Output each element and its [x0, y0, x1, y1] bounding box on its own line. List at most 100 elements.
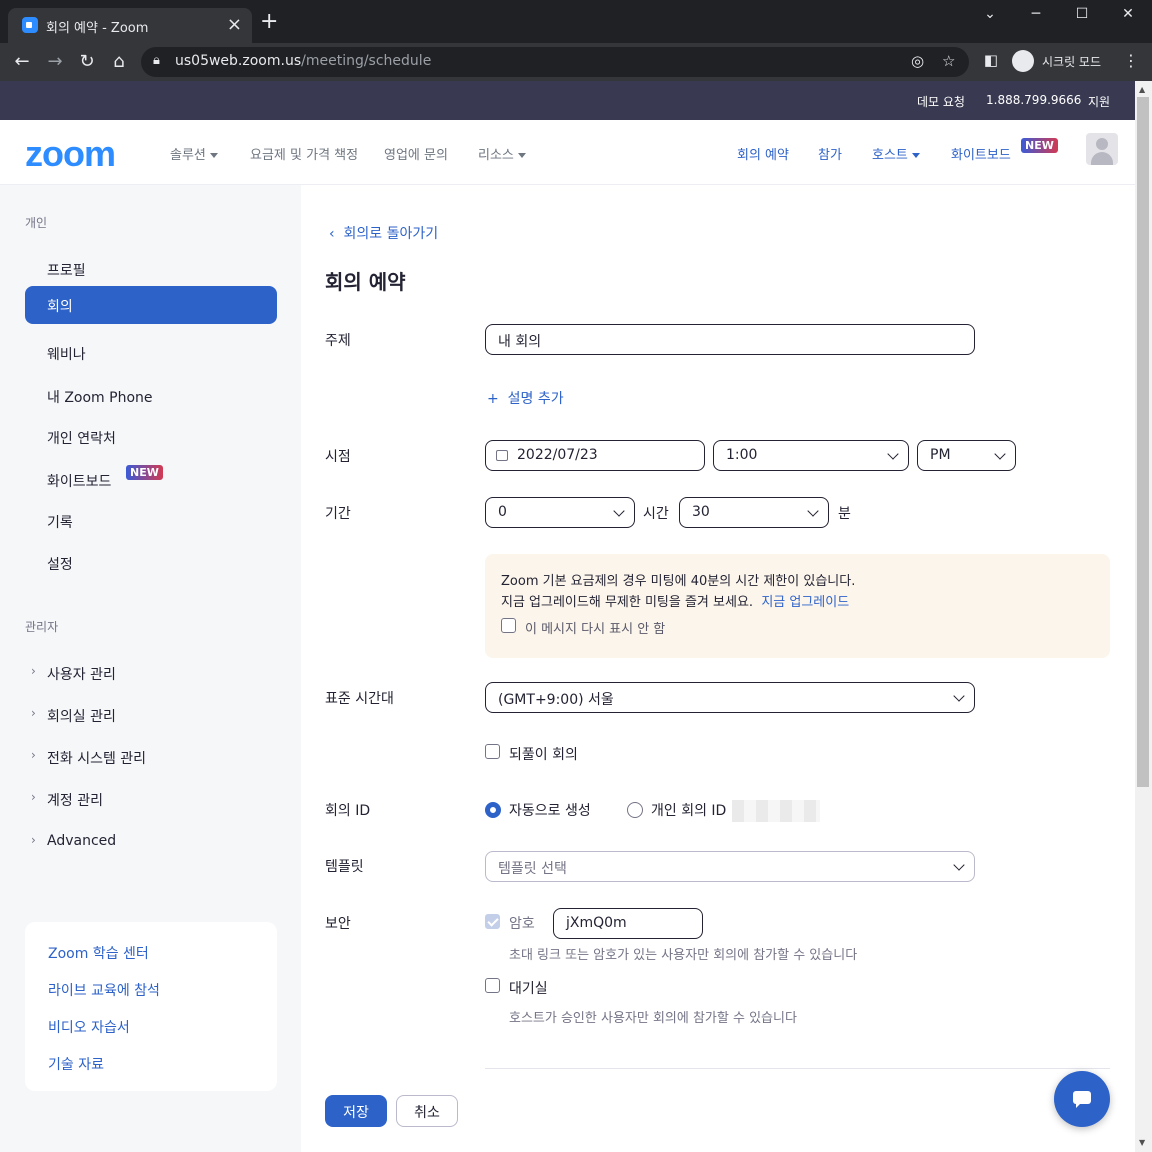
side-panel-icon[interactable]: ◧: [980, 51, 1002, 69]
scroll-up-icon[interactable]: ▲: [1139, 85, 1145, 94]
support-link[interactable]: 지원: [1088, 93, 1110, 110]
save-button[interactable]: 저장: [325, 1095, 387, 1127]
security-label: 보안: [325, 916, 351, 932]
live-training-link[interactable]: 라이브 교육에 참석: [48, 980, 160, 1000]
url-text: us05web.zoom.us/meeting/schedule: [175, 53, 432, 69]
admin-heading: 관리자: [25, 620, 59, 634]
chevron-down-icon: [807, 505, 819, 517]
page-scrollbar[interactable]: ▲ ▼: [1135, 81, 1152, 1152]
duration-hours-select[interactable]: 0: [485, 497, 635, 528]
when-label: 시점: [325, 449, 351, 465]
nav-resources[interactable]: 리소스: [478, 144, 526, 163]
maximize-icon[interactable]: ☐: [1062, 6, 1102, 22]
address-bar[interactable]: 🔒︎ us05web.zoom.us/meeting/schedule ◎ ☆: [141, 47, 969, 77]
sidebar-item-contacts[interactable]: 개인 연락처: [25, 418, 277, 456]
time-select[interactable]: 1:00: [713, 440, 909, 471]
minimize-icon[interactable]: ─: [1016, 6, 1056, 22]
auto-generate-label: 자동으로 생성: [509, 803, 591, 819]
knowledge-base-link[interactable]: 기술 자료: [48, 1054, 104, 1074]
dont-show-checkbox[interactable]: [501, 618, 516, 633]
duration-minutes-select[interactable]: 30: [679, 497, 829, 528]
whiteboard-new-badge: NEW: [1021, 138, 1058, 153]
home-icon[interactable]: ⌂: [108, 51, 130, 72]
sidebar-item-meetings[interactable]: 회의: [25, 286, 277, 324]
add-description-link[interactable]: + 설명 추가: [487, 388, 564, 408]
notice-text-2: 지금 업그레이드해 무제한 미팅을 즐겨 보세요. 지금 업그레이드: [501, 595, 850, 610]
chevron-right-icon: ›: [31, 706, 36, 720]
nav-join[interactable]: 참가: [818, 144, 842, 163]
zoom-logo[interactable]: zoom: [25, 133, 116, 175]
nav-pricing[interactable]: 요금제 및 가격 책정: [250, 144, 358, 163]
forward-icon[interactable]: →: [44, 51, 66, 72]
reload-icon[interactable]: ↻: [76, 51, 98, 72]
passcode-input[interactable]: jXmQ0m: [553, 908, 703, 939]
recurring-checkbox[interactable]: [485, 744, 500, 759]
nav-schedule[interactable]: 회의 예약: [737, 144, 789, 163]
incognito-indicator[interactable]: 시크릿 모드: [1010, 47, 1110, 77]
sidebar-item-settings[interactable]: 설정: [25, 544, 277, 582]
tracking-blocked-icon[interactable]: ◎: [911, 52, 924, 70]
chat-support-button[interactable]: [1054, 1071, 1110, 1127]
meeting-id-label: 회의 ID: [325, 803, 371, 819]
divider: [485, 1068, 1110, 1069]
lock-icon[interactable]: 🔒︎: [153, 53, 160, 68]
sidebar-item-user-management[interactable]: › 사용자 관리: [25, 654, 277, 692]
template-select[interactable]: 템플릿 선택: [485, 851, 975, 882]
tab-search-icon[interactable]: ⌄: [970, 6, 1010, 22]
waiting-room-checkbox[interactable]: [485, 978, 500, 993]
window-close-icon[interactable]: ✕: [1108, 6, 1148, 22]
upgrade-now-link[interactable]: 지금 업그레이드: [761, 595, 849, 610]
user-avatar[interactable]: [1086, 133, 1118, 165]
nav-whiteboard[interactable]: 화이트보드: [951, 144, 1011, 163]
chevron-down-icon: [953, 859, 965, 871]
learning-center-link[interactable]: Zoom 학습 센터: [48, 943, 149, 963]
zoom-favicon-icon: [22, 17, 38, 33]
back-icon[interactable]: ←: [11, 51, 33, 72]
chevron-right-icon: ›: [31, 833, 36, 847]
duration-label: 기간: [325, 506, 351, 522]
back-to-meetings-link[interactable]: ‹ 회의로 돌아가기: [329, 223, 438, 243]
chevron-down-icon: [994, 448, 1006, 460]
tab-title: 회의 예약 - Zoom: [46, 21, 149, 36]
sidebar-item-phone-system[interactable]: › 전화 시스템 관리: [25, 738, 277, 776]
scroll-thumb[interactable]: [1137, 97, 1149, 787]
phone-link[interactable]: 1.888.799.9666: [986, 93, 1081, 107]
cancel-button[interactable]: 취소: [396, 1095, 458, 1127]
personal-heading: 개인: [25, 216, 48, 230]
nav-solutions[interactable]: 솔루션: [170, 144, 218, 163]
auto-generate-radio[interactable]: [485, 802, 501, 818]
incognito-label: 시크릿 모드: [1042, 55, 1102, 69]
calendar-icon: [496, 450, 508, 461]
sidebar-item-advanced[interactable]: › Advanced: [25, 823, 277, 861]
personal-id-radio[interactable]: [627, 802, 643, 818]
sidebar-item-zoom-phone[interactable]: 내 Zoom Phone: [25, 377, 277, 415]
sidebar-item-account-management[interactable]: › 계정 관리: [25, 780, 277, 818]
browser-tab[interactable]: 회의 예약 - Zoom ×: [8, 8, 252, 43]
waiting-room-label: 대기실: [509, 981, 548, 997]
sidebar-item-room-management[interactable]: › 회의실 관리: [25, 696, 277, 734]
nav-contact-sales[interactable]: 영업에 문의: [384, 144, 448, 163]
date-picker[interactable]: 2022/07/23: [485, 440, 705, 471]
scroll-down-icon[interactable]: ▼: [1139, 1138, 1145, 1147]
timezone-label: 표준 시간대: [325, 691, 394, 707]
bookmark-star-icon[interactable]: ☆: [942, 52, 955, 70]
demo-request-link[interactable]: 데모 요청: [917, 93, 965, 110]
sidebar-item-profile[interactable]: 프로필: [25, 250, 277, 288]
timezone-select[interactable]: (GMT+9:00) 서울: [485, 682, 975, 713]
ampm-select[interactable]: PM: [917, 440, 1016, 471]
tab-close-icon[interactable]: ×: [227, 14, 242, 35]
utility-bar: 데모 요청 1.888.799.9666 지원: [0, 81, 1135, 120]
passcode-checkbox[interactable]: [485, 914, 500, 929]
sidebar-item-webinars[interactable]: 웨비나: [25, 334, 277, 372]
browser-menu-icon[interactable]: ⋮: [1123, 51, 1139, 70]
topic-input[interactable]: 내 회의: [485, 324, 975, 355]
video-tutorials-link[interactable]: 비디오 자습서: [48, 1017, 130, 1037]
recurring-label: 되풀이 회의: [509, 747, 578, 763]
new-tab-icon[interactable]: +: [260, 11, 278, 33]
sidebar-item-recordings[interactable]: 기록: [25, 502, 277, 540]
chevron-right-icon: ›: [31, 664, 36, 678]
dont-show-label: 이 메시지 다시 표시 안 함: [525, 622, 666, 637]
chevron-down-icon: [887, 448, 899, 460]
nav-host[interactable]: 호스트: [872, 144, 920, 163]
masked-personal-id: [732, 800, 820, 822]
